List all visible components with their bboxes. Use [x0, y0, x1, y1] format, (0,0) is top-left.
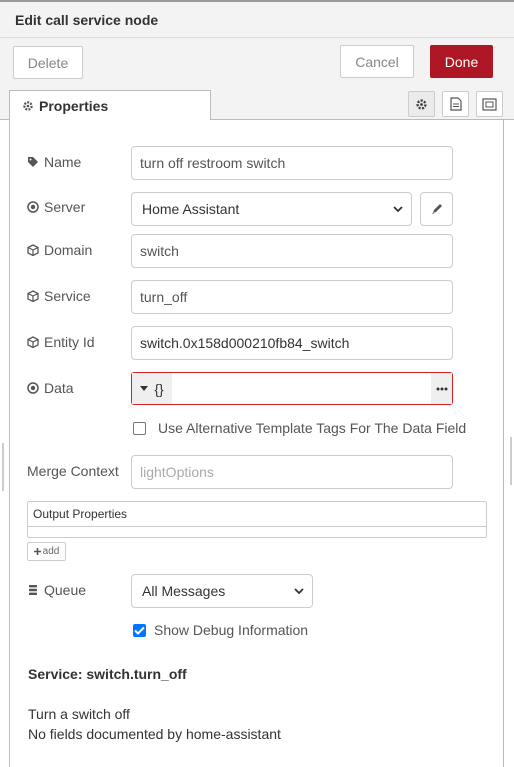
plus-icon [33, 548, 41, 555]
entity-id-input[interactable]: switch.0x158d000210fb84_switch [131, 326, 453, 360]
frame-icon [482, 97, 497, 111]
service-input[interactable]: turn_off [131, 280, 453, 314]
database-icon [29, 585, 37, 595]
cube-icon [27, 290, 39, 302]
dialog-title: Edit call service node [0, 2, 514, 38]
tab-properties[interactable]: Properties [9, 90, 211, 121]
merge-context-input[interactable]: lightOptions [131, 455, 453, 489]
output-properties-list: Output Properties [27, 501, 487, 538]
output-properties-header: Output Properties [28, 502, 486, 527]
cancel-button[interactable]: Cancel [340, 45, 414, 78]
chevron-down-icon [393, 206, 403, 213]
server-label: Server [27, 199, 85, 215]
merge-context-label: Merge Context [27, 463, 119, 479]
service-label: Service [27, 288, 91, 304]
server-select[interactable]: Home Assistant [131, 192, 412, 226]
alt-template-checkbox[interactable] [133, 422, 146, 435]
data-type-label: {} [154, 380, 164, 397]
service-info-title: Service: switch.turn_off [28, 666, 187, 682]
queue-select[interactable]: All Messages [131, 574, 313, 608]
alt-template-label: Use Alternative Template Tags For The Da… [158, 420, 467, 436]
caret-down-icon [140, 385, 149, 391]
debug-checkbox[interactable] [133, 624, 146, 637]
tab-properties-label: Properties [39, 98, 109, 114]
data-typed-input[interactable]: {} [131, 372, 453, 405]
gear-icon [416, 98, 427, 110]
resize-handle-left[interactable] [2, 443, 4, 491]
tab-appearance-button[interactable] [476, 91, 503, 117]
resize-handle-right[interactable] [510, 437, 512, 485]
merge-context-placeholder: lightOptions [140, 464, 214, 480]
cube-icon [27, 244, 39, 256]
check-icon [134, 626, 145, 635]
gear-icon [23, 101, 33, 111]
queue-select-value: All Messages [142, 583, 226, 599]
domain-input[interactable]: switch [131, 234, 453, 268]
name-label: Name [27, 154, 81, 170]
add-output-property-button[interactable]: add [27, 542, 66, 561]
ellipsis-icon [436, 387, 447, 390]
data-type-selector[interactable]: {} [132, 373, 172, 404]
dialog-toolbar: Delete Cancel Done [0, 38, 514, 86]
cube-icon [27, 336, 39, 348]
data-label: Data [27, 380, 74, 396]
service-fields-note: No fields documented by home-assistant [28, 726, 281, 742]
debug-label: Show Debug Information [154, 622, 309, 638]
service-description-text: Turn a switch off [28, 706, 130, 722]
tag-icon [28, 157, 38, 167]
tab-bar: Properties [0, 86, 514, 121]
queue-label: Queue [27, 582, 86, 598]
data-expand-button[interactable] [431, 373, 452, 404]
dot-circle-icon [27, 201, 39, 213]
delete-button[interactable]: Delete [13, 46, 83, 79]
server-select-value: Home Assistant [142, 201, 240, 217]
name-input[interactable]: turn off restroom switch [131, 146, 453, 180]
service-info-description: Turn a switch off No fields documented b… [28, 704, 281, 744]
pencil-icon [431, 204, 442, 214]
tab-settings-button[interactable] [408, 91, 435, 117]
done-button[interactable]: Done [430, 45, 493, 78]
entity-id-label: Entity Id [27, 334, 95, 350]
dot-circle-icon [27, 382, 39, 394]
chevron-down-icon [294, 588, 304, 595]
tab-description-button[interactable] [442, 91, 469, 117]
edit-server-button[interactable] [420, 192, 453, 226]
document-icon [449, 97, 462, 111]
domain-label: Domain [27, 242, 92, 258]
